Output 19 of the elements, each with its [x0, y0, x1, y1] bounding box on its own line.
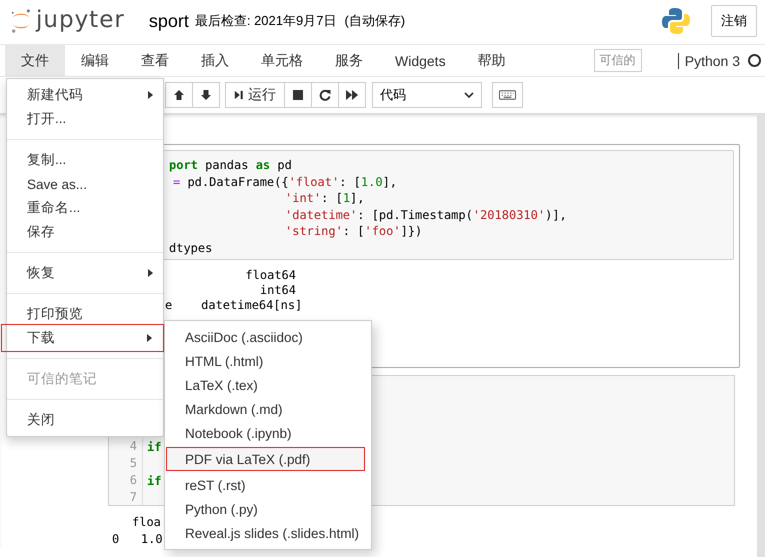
output-line: 0 1.0 [112, 531, 163, 548]
code-line: = pd.DataFrame({'float': [1.0], [172, 174, 398, 190]
line-number: 6 [128, 472, 137, 489]
autosave-status: (自动保存) [344, 12, 406, 30]
code-line: if [147, 440, 162, 454]
output-line: floa [131, 514, 161, 531]
output-line: int64 [258, 283, 296, 298]
code-line: port pandas as pd [169, 157, 293, 174]
code-line: 'int': [1], [284, 190, 366, 206]
checkpoint-status: 最后检查: 2021年9月7日 [194, 12, 336, 30]
code-line: 'string': ['foo']}) [284, 223, 424, 240]
code-line: if [147, 474, 162, 488]
code-line: 'datetime': [pd.Timestamp('20180310')], [284, 206, 568, 223]
line-number: 5 [128, 455, 137, 472]
code-line: dtypes [169, 240, 214, 256]
line-number: 7 [128, 489, 137, 506]
output-line: float64 [244, 268, 296, 283]
line-number: 4 [128, 438, 137, 455]
output-line: e datetime64[ns] [165, 298, 302, 313]
